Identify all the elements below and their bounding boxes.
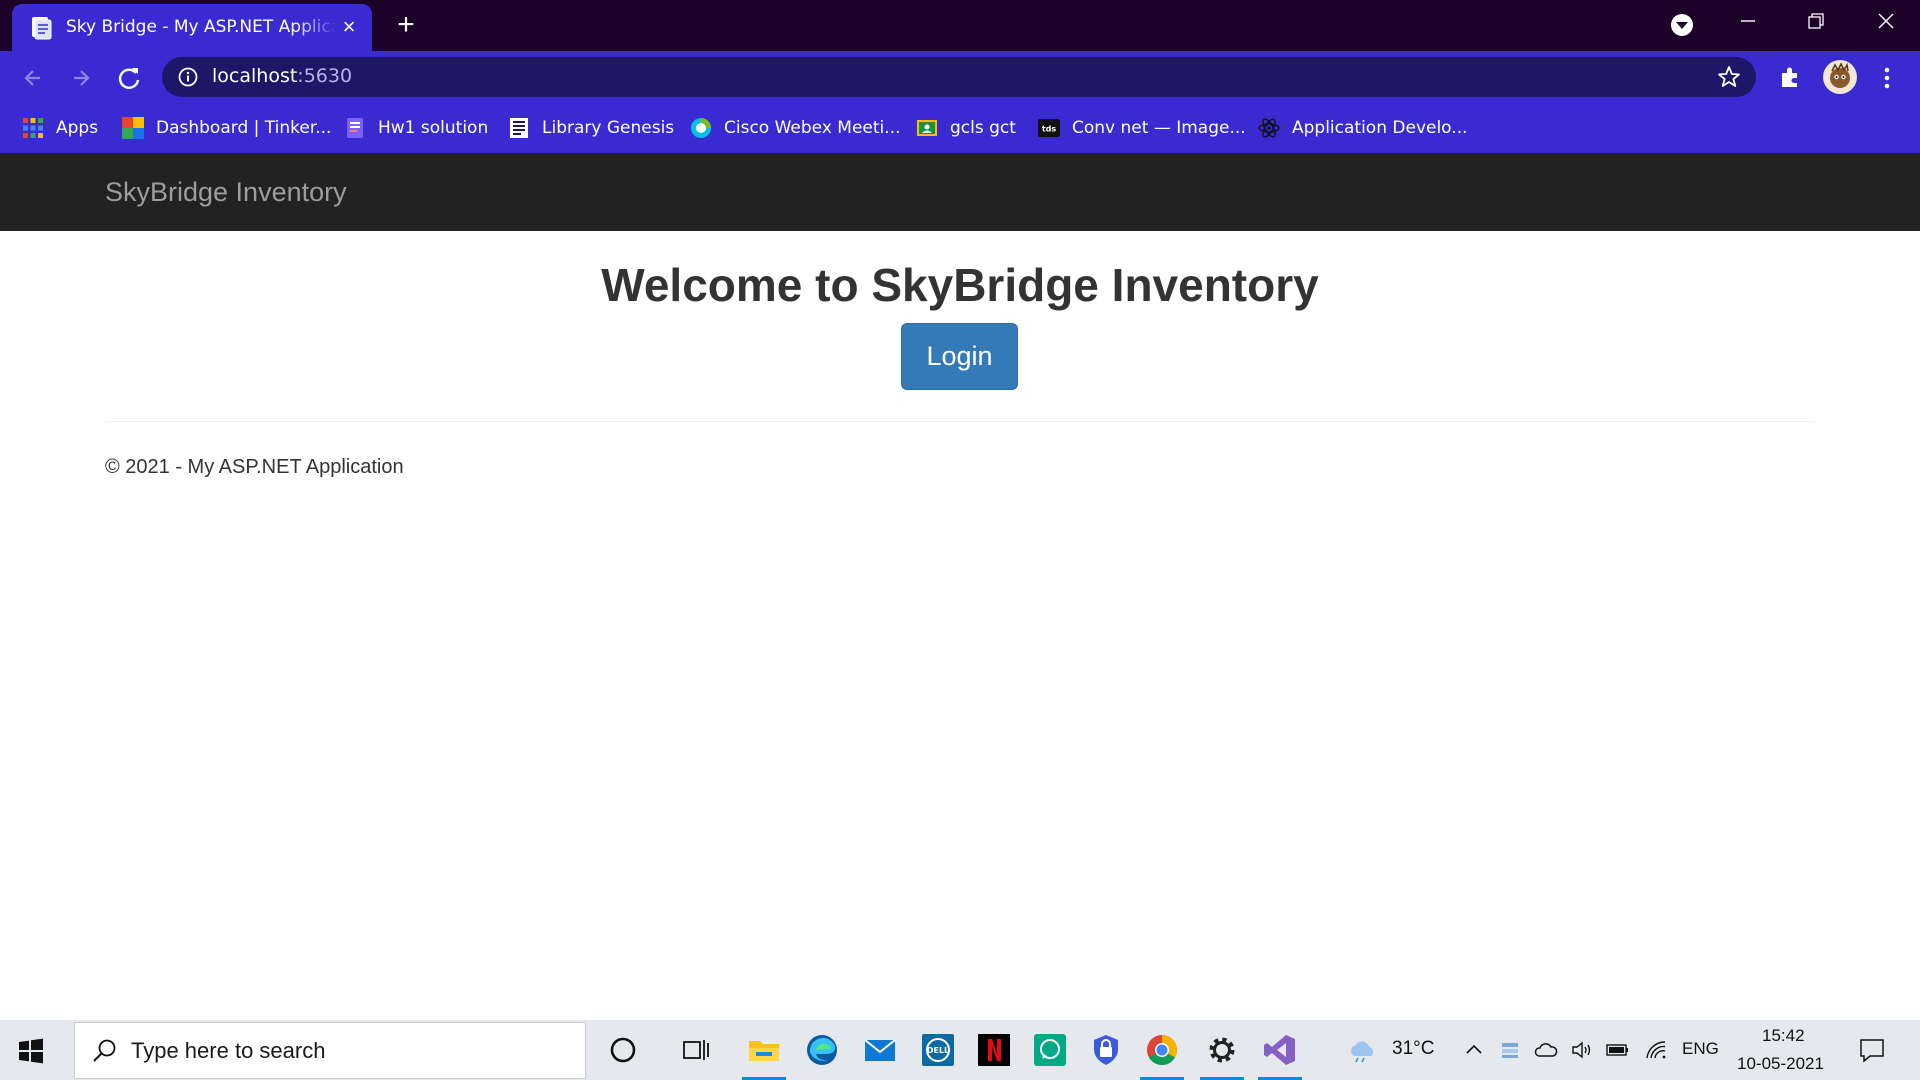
network-drive-icon[interactable] (1498, 1038, 1522, 1062)
onedrive-cloud-icon[interactable] (1534, 1038, 1558, 1062)
bookmark-library-genesis[interactable]: Library Genesis (508, 114, 674, 142)
browser-menu-icon[interactable] (1872, 63, 1902, 93)
tinkercad-icon (122, 117, 144, 139)
svg-text:tds: tds (1042, 125, 1057, 134)
bookmark-label: Hw1 solution (378, 118, 489, 138)
bookmark-label: Dashboard | Tinker... (156, 118, 332, 138)
cortana-icon[interactable] (605, 1032, 641, 1068)
browser-tab-bar: Sky Bridge - My ASP.NET Application × + (0, 0, 1920, 51)
battery-icon[interactable] (1606, 1038, 1630, 1062)
app-dev-icon (1258, 118, 1280, 138)
vpn-lock-icon[interactable] (1088, 1032, 1124, 1068)
profile-menu-icon[interactable] (1652, 12, 1712, 38)
search-icon (93, 1039, 116, 1062)
clock-date[interactable]: 10-05-2021 (1737, 1054, 1824, 1074)
chevron-up-icon[interactable] (1462, 1038, 1486, 1062)
bookmark-tinkercad[interactable]: Dashboard | Tinker... (122, 114, 331, 142)
mail-icon[interactable] (862, 1032, 898, 1068)
classroom-icon (917, 120, 937, 136)
extensions-icon[interactable] (1776, 62, 1806, 92)
close-tab-icon[interactable]: × (338, 16, 360, 38)
restore-icon[interactable] (1786, 0, 1846, 44)
minimize-icon[interactable] (1718, 0, 1778, 44)
bookmark-app-dev[interactable]: Application Develo... (1258, 114, 1468, 142)
volume-icon[interactable] (1570, 1038, 1594, 1062)
close-window-icon[interactable] (1856, 0, 1916, 44)
settings-gear-icon[interactable] (1204, 1032, 1240, 1068)
url-host: localhost (212, 65, 298, 87)
login-button[interactable]: Login (901, 323, 1018, 390)
forward-icon[interactable] (66, 63, 96, 93)
page-body: Welcome to SkyBridge Inventory Login © 2… (0, 231, 1920, 1020)
bookmark-label: Conv net — Image... (1072, 118, 1246, 138)
bookmark-webex[interactable]: Cisco Webex Meeti... (690, 114, 900, 142)
svg-text:DELL: DELL (927, 1046, 949, 1055)
apps-grid-icon (23, 118, 43, 138)
edge-icon[interactable] (804, 1032, 840, 1068)
webex-icon (691, 118, 711, 138)
footer-divider (105, 421, 1815, 422)
document-icon (347, 118, 363, 138)
bookmark-label: gcls gct (950, 118, 1016, 138)
bookmark-gcls[interactable]: gcls gct (916, 114, 1016, 142)
weather-icon[interactable] (1346, 1038, 1378, 1062)
clock-time[interactable]: 15:42 (1762, 1026, 1805, 1046)
site-navbar: SkyBridge Inventory (0, 153, 1920, 231)
windows-taskbar: Type here to search DELL 31°C ENG 15:42 … (0, 1020, 1920, 1080)
url-text: localhost:5630 (212, 65, 352, 87)
search-placeholder: Type here to search (131, 1038, 326, 1063)
taskbar-search[interactable]: Type here to search (74, 1022, 586, 1079)
visual-studio-icon[interactable] (1262, 1032, 1298, 1068)
file-explorer-icon[interactable] (746, 1032, 782, 1068)
tds-icon: tds (1038, 119, 1060, 137)
browser-toolbar: localhost:5630 (0, 51, 1920, 103)
tab-title: Sky Bridge - My ASP.NET Application (66, 17, 336, 37)
dell-icon[interactable]: DELL (920, 1032, 956, 1068)
wifi-icon[interactable] (1644, 1038, 1668, 1062)
bookmark-label: Library Genesis (542, 118, 675, 138)
bookmarks-bar: Apps Dashboard | Tinker... Hw1 solution … (0, 103, 1920, 153)
avatar[interactable] (1822, 59, 1858, 95)
back-icon[interactable] (18, 63, 48, 93)
info-icon[interactable] (178, 67, 198, 87)
library-icon (510, 118, 528, 138)
whatsapp-icon[interactable] (1032, 1032, 1068, 1068)
reload-icon[interactable] (114, 63, 144, 93)
browser-tab[interactable]: Sky Bridge - My ASP.NET Application × (12, 4, 372, 51)
netflix-icon[interactable] (976, 1032, 1012, 1068)
bookmark-conv-net[interactable]: tds Conv net — Image... (1038, 114, 1246, 142)
bookmark-label: Apps (56, 118, 99, 138)
bookmark-label: Application Develo... (1292, 118, 1468, 138)
language-indicator[interactable]: ENG (1682, 1039, 1719, 1059)
windows-start-icon[interactable] (18, 1038, 44, 1064)
task-view-icon[interactable] (678, 1032, 714, 1068)
notifications-icon[interactable] (1858, 1036, 1886, 1064)
chrome-icon[interactable] (1144, 1032, 1180, 1068)
bookmark-label: Cisco Webex Meeti... (724, 118, 901, 138)
weather-temperature[interactable]: 31°C (1392, 1038, 1434, 1060)
brand-link[interactable]: SkyBridge Inventory (105, 177, 347, 208)
address-bar[interactable]: localhost:5630 (162, 57, 1756, 97)
bookmark-apps[interactable]: Apps (22, 114, 98, 142)
footer-copyright: © 2021 - My ASP.NET Application (105, 456, 404, 478)
page-title: Welcome to SkyBridge Inventory (601, 259, 1319, 311)
new-tab-icon[interactable]: + (390, 10, 422, 42)
url-port: :5630 (297, 65, 353, 87)
bookmark-star-icon[interactable] (1716, 64, 1742, 90)
page-icon (32, 17, 52, 40)
bookmark-hw1[interactable]: Hw1 solution (344, 114, 488, 142)
